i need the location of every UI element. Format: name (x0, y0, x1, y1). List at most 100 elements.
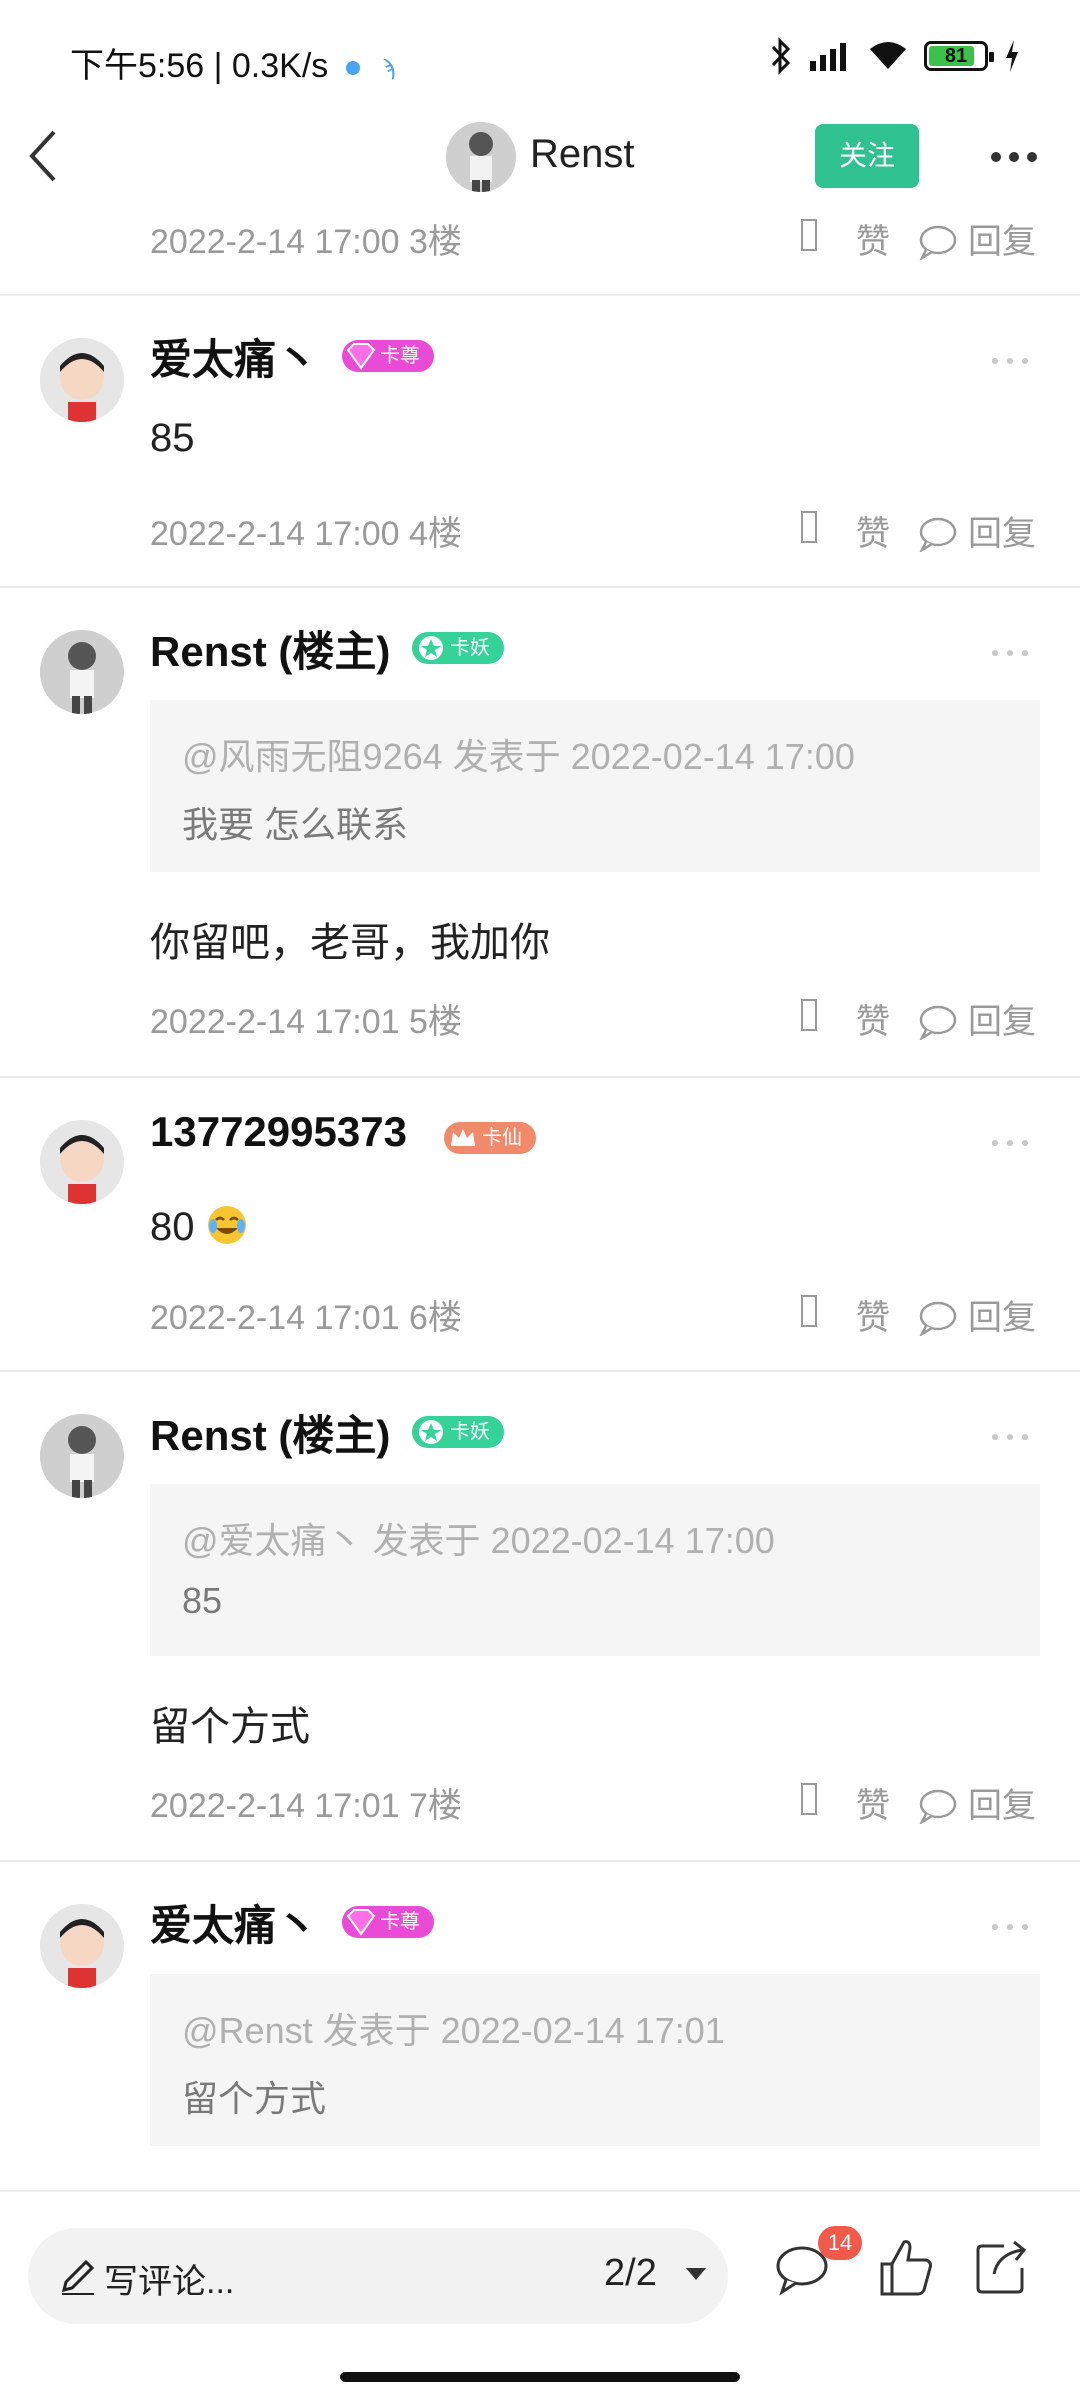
quote-text: 我要 怎么联系 (182, 804, 409, 845)
avatar[interactable] (40, 630, 124, 714)
post-content: 你留吧，老哥，我加你 (150, 921, 550, 965)
signal-icon (810, 43, 846, 71)
battery-icon: 81 (924, 41, 994, 71)
post-actions: 赞 回复 (800, 212, 1060, 262)
avatar[interactable] (40, 338, 124, 422)
post-content: 80 (150, 1204, 248, 1250)
post-actions: 赞 回复 (800, 1776, 1060, 1826)
reply-icon[interactable] (918, 1004, 958, 1040)
badge-label: 卡妖 (450, 1421, 490, 1443)
thumbs-up-icon[interactable] (878, 2236, 934, 2298)
reply-label[interactable]: 回复 (968, 214, 1036, 263)
post-more-icon[interactable] (990, 1432, 1030, 1442)
like-icon[interactable] (800, 1294, 818, 1328)
quoted-reply[interactable]: @风雨无阻9264 发表于 2022-02-14 17:00 我要 怎么联系 (150, 700, 1040, 872)
gem-icon (346, 343, 376, 370)
header-avatar-image (446, 122, 516, 192)
status-time-speed-text: 下午5:56 | 0.3K/s (70, 47, 329, 85)
post-meta: 2022-2-14 17:00 4楼 (150, 515, 462, 553)
post-more-icon[interactable] (990, 356, 1030, 366)
like-icon[interactable] (800, 998, 818, 1032)
username[interactable]: 爱太痛丶 (150, 326, 318, 387)
post-content-text: 80 (150, 1205, 195, 1249)
reply-icon[interactable] (918, 1300, 958, 1336)
like-label[interactable]: 赞 (856, 214, 890, 263)
post-content: 留个方式 (150, 1705, 310, 1749)
badge-label: 卡尊 (380, 345, 420, 367)
quote-meta: @Renst 发表于 2022-02-14 17:01 (182, 2010, 725, 2051)
star-icon (419, 1420, 443, 1444)
reply-label[interactable]: 回复 (968, 1290, 1036, 1339)
dropdown-triangle-icon[interactable] (684, 2266, 708, 2282)
like-icon[interactable] (800, 510, 818, 544)
user-level-badge: 卡仙 (444, 1122, 536, 1154)
post-meta: 2022-2-14 17:01 5楼 (150, 1003, 462, 1041)
reply-icon[interactable] (918, 516, 958, 552)
bluetooth-icon (771, 37, 791, 75)
post-meta: 2022-2-14 17:01 6楼 (150, 1299, 462, 1337)
like-label[interactable]: 赞 (856, 1290, 890, 1339)
quote-text: 留个方式 (182, 2078, 327, 2119)
post-content: 85 (150, 416, 195, 460)
post-floor-6: 13772995373 卡仙 80 2022-2-14 17:01 6楼 赞 回… (0, 1076, 1080, 1372)
comment-count-badge: 14 (818, 2226, 862, 2260)
avatar[interactable] (40, 1904, 124, 1988)
header-avatar[interactable] (446, 122, 516, 192)
post-more-icon[interactable] (990, 1922, 1030, 1932)
user-level-badge: 卡尊 (342, 340, 434, 372)
status-time-speed: 下午5:56 | 0.3K/s ϡ (70, 38, 395, 87)
home-indicator[interactable] (340, 2372, 740, 2382)
user-level-badge: 卡妖 (412, 632, 504, 664)
like-label[interactable]: 赞 (856, 1778, 890, 1827)
username[interactable]: Renst (楼主) (150, 618, 390, 679)
avatar-image (40, 1120, 124, 1204)
back-icon[interactable] (24, 126, 64, 186)
reply-label[interactable]: 回复 (968, 506, 1036, 555)
activity-icon: ϡ (382, 55, 395, 81)
post-actions: 赞 回复 (800, 1288, 1060, 1338)
like-label[interactable]: 赞 (856, 994, 890, 1043)
username[interactable]: 爱太痛丶 (150, 1892, 318, 1953)
post-floor-7: Renst (楼主) 卡妖 @爱太痛丶 发表于 2022-02-14 17:00… (0, 1370, 1080, 1862)
battery-level: 81 (944, 45, 968, 67)
pencil-icon (61, 2259, 95, 2295)
avatar-image (40, 1414, 124, 1498)
comment-placeholder: 写评论... (104, 2263, 235, 2301)
post-more-icon[interactable] (990, 648, 1030, 658)
crown-icon (451, 1129, 475, 1146)
username[interactable]: Renst (楼主) (150, 1402, 390, 1463)
reply-icon[interactable] (918, 1788, 958, 1824)
like-icon[interactable] (800, 218, 818, 252)
wifi-icon (870, 42, 906, 69)
gem-icon (346, 1909, 376, 1936)
star-icon (419, 636, 443, 660)
post-floor-5: Renst (楼主) 卡妖 @风雨无阻9264 发表于 2022-02-14 1… (0, 586, 1080, 1078)
badge-label: 卡仙 (482, 1127, 522, 1149)
battery-cap (989, 52, 994, 62)
app-notification-icon (346, 61, 361, 76)
reply-label[interactable]: 回复 (968, 994, 1036, 1043)
like-icon[interactable] (800, 1782, 818, 1816)
post-meta: 2022-2-14 17:00 3楼 (150, 223, 462, 261)
avatar[interactable] (40, 1414, 124, 1498)
quoted-reply[interactable]: @爱太痛丶 发表于 2022-02-14 17:00 85 (150, 1484, 1040, 1656)
status-icons: 81 (770, 36, 1020, 76)
post-floor-4: 爱太痛丶 卡尊 85 2022-2-14 17:00 4楼 赞 回复 (0, 294, 1080, 586)
reply-label[interactable]: 回复 (968, 1778, 1036, 1827)
username[interactable]: 13772995373 (150, 1108, 407, 1156)
quote-text: 85 (182, 1580, 223, 1621)
share-icon[interactable] (974, 2236, 1030, 2294)
more-options-icon[interactable] (990, 150, 1038, 164)
page-indicator[interactable]: 2/2 (604, 2252, 657, 2295)
reply-icon[interactable] (918, 224, 958, 260)
avatar[interactable] (40, 1120, 124, 1204)
quote-meta: @风雨无阻9264 发表于 2022-02-14 17:00 (182, 736, 855, 777)
write-comment-input[interactable]: 写评论... 2/2 (28, 2228, 728, 2324)
post-meta: 2022-2-14 17:01 7楼 (150, 1787, 462, 1825)
like-label[interactable]: 赞 (856, 506, 890, 555)
follow-button[interactable]: 关注 (815, 124, 919, 188)
quoted-reply[interactable]: @Renst 发表于 2022-02-14 17:01 留个方式 (150, 1974, 1040, 2146)
post-more-icon[interactable] (990, 1138, 1030, 1148)
crying-laughing-emoji-icon (207, 1206, 246, 1244)
page-title: Renst (530, 132, 635, 176)
